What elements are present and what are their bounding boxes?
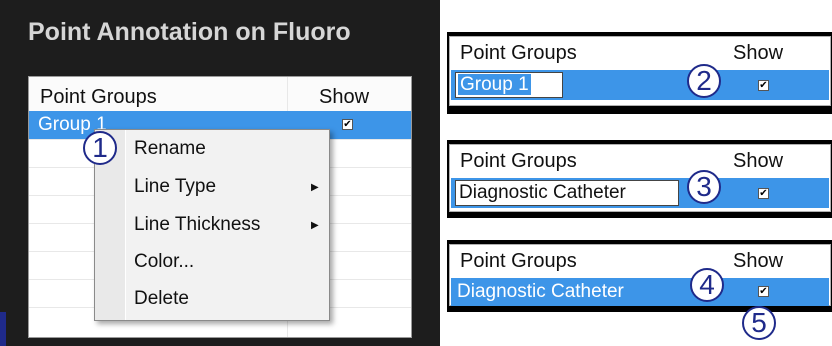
column-header-show[interactable]: Show [733, 42, 783, 65]
menu-item-delete[interactable]: Delete [134, 288, 189, 310]
column-header-show[interactable]: Show [733, 250, 783, 273]
menu-item-line-type[interactable]: Line Type [134, 176, 216, 198]
step-callout-1: 1 [83, 131, 117, 165]
step-callout-5: 5 [742, 306, 776, 340]
checkbox-checked-icon[interactable]: ✔ [342, 119, 353, 130]
checkbox-checked-icon[interactable]: ✔ [758, 286, 769, 297]
submenu-arrow-icon: ▶ [311, 220, 319, 231]
column-header-show[interactable]: Show [733, 150, 783, 173]
column-header-point-groups[interactable]: Point Groups [460, 250, 577, 273]
context-menu: Rename Line Type ▶ Line Thickness ▶ Colo… [94, 129, 330, 321]
column-header-point-groups[interactable]: Point Groups [460, 150, 577, 173]
menu-item-line-thickness[interactable]: Line Thickness [134, 214, 260, 236]
group-name-cell[interactable]: Diagnostic Catheter [457, 281, 624, 303]
step-callout-3: 3 [687, 170, 721, 204]
step-callout-4: 4 [690, 268, 724, 302]
submenu-arrow-icon: ▶ [311, 182, 319, 193]
edge-marker [0, 312, 6, 346]
step-callout-2: 2 [687, 64, 721, 98]
panel-title: Point Annotation on Fluoro [28, 18, 351, 46]
column-header-point-groups[interactable]: Point Groups [40, 86, 157, 109]
column-header-point-groups[interactable]: Point Groups [460, 42, 577, 65]
menu-item-rename[interactable]: Rename [134, 138, 206, 160]
column-header-show[interactable]: Show [319, 86, 369, 109]
rename-edit-field[interactable]: Group 1 [455, 72, 563, 98]
checkbox-checked-icon[interactable]: ✔ [758, 80, 769, 91]
rename-edit-value: Group 1 [458, 74, 531, 95]
rename-edit-value: Diagnostic Catheter [459, 182, 626, 203]
checkbox-checked-icon[interactable]: ✔ [758, 188, 769, 199]
rename-edit-field[interactable]: Diagnostic Catheter [455, 180, 679, 206]
menu-item-color[interactable]: Color... [134, 251, 194, 273]
